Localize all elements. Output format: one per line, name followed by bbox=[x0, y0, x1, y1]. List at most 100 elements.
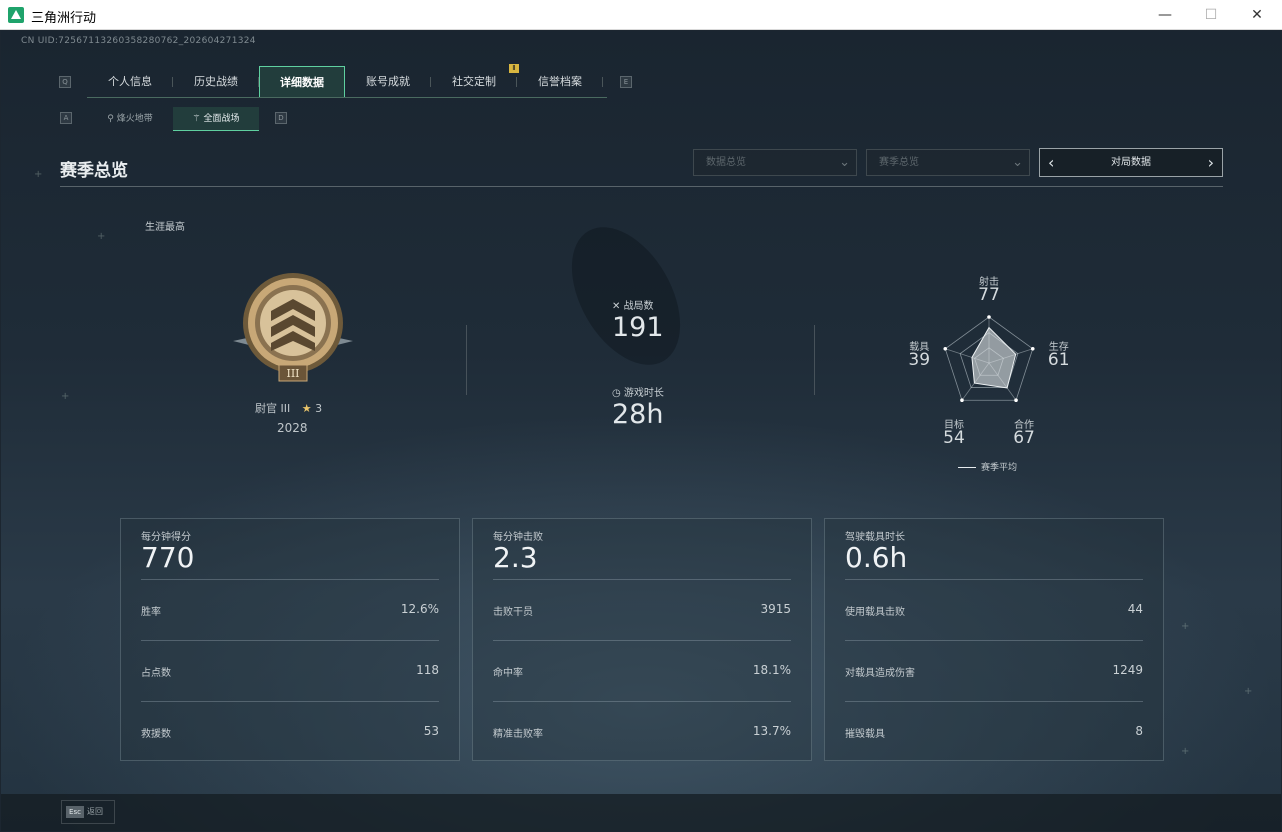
maximize-button[interactable]: ☐ bbox=[1188, 0, 1234, 30]
row-label: 对载具造成伤害 bbox=[845, 668, 915, 679]
match-data-label: 对局数据 bbox=[1111, 157, 1151, 168]
tab-history[interactable]: 历史战绩 bbox=[173, 66, 259, 98]
radar-value-area bbox=[971, 326, 1017, 389]
card-main-value: 2.3 bbox=[493, 541, 538, 574]
subtab-label: 烽火地带 bbox=[116, 114, 153, 124]
row-value: 118 bbox=[416, 663, 439, 677]
matches-label-text: 战局数 bbox=[623, 301, 654, 312]
notification-badge-icon: Ⅱ bbox=[509, 64, 519, 73]
tab-social-customize[interactable]: 社交定制 bbox=[431, 66, 517, 98]
row-label: 命中率 bbox=[493, 668, 523, 679]
tab-achievements[interactable]: 账号成就 bbox=[345, 66, 431, 98]
prev-arrow-icon[interactable]: ‹ bbox=[1048, 149, 1054, 176]
tab-detailed-data[interactable]: 详细数据 bbox=[259, 66, 345, 98]
decor-crosshair-icon: + bbox=[1181, 621, 1190, 632]
match-data-selector: ‹ 对局数据 › bbox=[1039, 148, 1223, 177]
row-label: 精准击败率 bbox=[493, 729, 543, 740]
window-titlebar: 三角洲行动 — ☐ ✕ bbox=[0, 0, 1282, 30]
card-row: 摧毁载具 8 bbox=[845, 701, 1143, 762]
row-label: 占点数 bbox=[141, 668, 171, 679]
row-value: 3915 bbox=[760, 602, 791, 616]
window-title: 三角洲行动 bbox=[31, 11, 97, 26]
playtime-value: 28h bbox=[612, 399, 664, 430]
radar-axis-value: 61 bbox=[1047, 349, 1070, 370]
radar-vertex-dot bbox=[960, 398, 964, 403]
legend-label: 赛季平均 bbox=[981, 463, 1018, 473]
swords-icon: ✕ bbox=[612, 301, 624, 312]
card-rows: 使用载具击败 44 对载具造成伤害 1249 摧毁载具 8 bbox=[845, 579, 1143, 762]
back-label: 返回 bbox=[87, 807, 103, 816]
app-logo-icon bbox=[8, 7, 24, 23]
card-row: 使用载具击败 44 bbox=[845, 579, 1143, 640]
next-tab-key-hint[interactable]: E bbox=[620, 76, 632, 88]
rank-score: 2028 bbox=[277, 421, 308, 435]
section-divider bbox=[60, 186, 1223, 187]
vertical-divider bbox=[466, 325, 467, 395]
stat-card-kills: 每分钟击败 2.3 击败干员 3915 命中率 18.1% 精准击败率 13.7% bbox=[472, 518, 812, 761]
chevron-down-icon: ⌄ bbox=[839, 155, 850, 170]
card-main-value: 0.6h bbox=[845, 541, 908, 574]
row-label: 胜率 bbox=[141, 607, 161, 618]
minimize-button[interactable]: — bbox=[1142, 0, 1188, 30]
card-row: 占点数 118 bbox=[141, 640, 439, 701]
row-value: 18.1% bbox=[752, 663, 791, 677]
prev-tab-key-hint[interactable]: Q bbox=[59, 76, 71, 88]
tab-personal-info[interactable]: 个人信息 bbox=[87, 66, 173, 98]
row-label: 救援数 bbox=[141, 729, 171, 740]
row-value: 1249 bbox=[1112, 663, 1143, 677]
radar-chart bbox=[943, 315, 1035, 403]
footer-bar: Esc 返回 bbox=[1, 794, 1281, 831]
decor-crosshair-icon: + bbox=[97, 231, 106, 242]
card-rows: 击败干员 3915 命中率 18.1% 精准击败率 13.7% bbox=[493, 579, 791, 762]
matches-label: ✕ 战局数 bbox=[612, 297, 654, 312]
stat-card-vehicle: 驾驶载具时长 0.6h 使用载具击败 44 对载具造成伤害 1249 摧毁载具 8 bbox=[824, 518, 1164, 761]
next-subtab-key-hint[interactable]: D bbox=[275, 112, 287, 124]
back-button[interactable]: Esc 返回 bbox=[61, 800, 115, 824]
radar-axis-value: 77 bbox=[978, 285, 1000, 305]
data-overview-dropdown[interactable]: 数据总览 ⌄ bbox=[693, 149, 857, 176]
subtab-label: 全面战场 bbox=[203, 114, 240, 124]
legend-swatch bbox=[958, 467, 976, 468]
decor-crosshair-icon: + bbox=[1244, 686, 1253, 697]
stat-card-score: 每分钟得分 770 胜率 12.6% 占点数 118 救援数 53 bbox=[120, 518, 460, 761]
season-overview-dropdown[interactable]: 赛季总览 ⌄ bbox=[866, 149, 1030, 176]
row-value: 8 bbox=[1135, 724, 1143, 738]
card-row: 救援数 53 bbox=[141, 701, 439, 762]
game-viewport: + + + + + + CN UID:7256711326035828076​2… bbox=[1, 31, 1281, 831]
card-row: 对载具造成伤害 1249 bbox=[845, 640, 1143, 701]
playtime-label: ◷ 游戏时长 bbox=[612, 384, 664, 399]
radar-vertex-dot bbox=[1014, 398, 1018, 403]
sub-tab-bar: ⚲ 烽火地带 ⚚ 全面战场 bbox=[87, 107, 259, 131]
esc-key-icon: Esc bbox=[66, 806, 84, 818]
vertical-divider bbox=[814, 325, 815, 395]
player-uid: CN UID:7256711326035828076​2_20260427132… bbox=[21, 36, 256, 46]
dropdown-value: 赛季总览 bbox=[879, 157, 919, 168]
radar-vertex-dot bbox=[1030, 346, 1035, 351]
section-title: 赛季总览 bbox=[60, 161, 128, 181]
chevron-down-icon: ⌄ bbox=[1012, 155, 1023, 170]
row-label: 摧毁载具 bbox=[845, 729, 885, 740]
radar-axis-value: 54 bbox=[943, 428, 965, 449]
decor-crosshair-icon: + bbox=[34, 169, 43, 180]
career-best-label: 生涯最高 bbox=[145, 222, 185, 233]
prev-subtab-key-hint[interactable]: A bbox=[60, 112, 72, 124]
close-button[interactable]: ✕ bbox=[1234, 0, 1280, 30]
radar-vertex-dot bbox=[943, 346, 948, 351]
card-row: 胜率 12.6% bbox=[141, 579, 439, 640]
subtab-hazard-ops[interactable]: ⚲ 烽火地带 bbox=[87, 107, 173, 131]
radar-vertex-dot bbox=[987, 315, 991, 319]
dropdown-value: 数据总览 bbox=[706, 157, 746, 168]
card-main-value: 770 bbox=[141, 541, 195, 574]
subtab-full-battlefield[interactable]: ⚚ 全面战场 bbox=[173, 107, 259, 131]
tab-reputation[interactable]: 信誉档案 bbox=[517, 66, 603, 98]
card-row: 击败干员 3915 bbox=[493, 579, 791, 640]
next-arrow-icon[interactable]: › bbox=[1208, 149, 1214, 176]
row-value: 13.7% bbox=[752, 724, 791, 738]
card-row: 命中率 18.1% bbox=[493, 640, 791, 701]
decor-crosshair-icon: + bbox=[61, 391, 70, 402]
row-value: 53 bbox=[423, 724, 439, 738]
row-value: 44 bbox=[1127, 602, 1143, 616]
rank-name: 尉官 III ★ 3 bbox=[255, 400, 322, 416]
clock-icon: ◷ bbox=[612, 388, 624, 399]
radar-legend: 赛季平均 bbox=[958, 460, 1017, 473]
